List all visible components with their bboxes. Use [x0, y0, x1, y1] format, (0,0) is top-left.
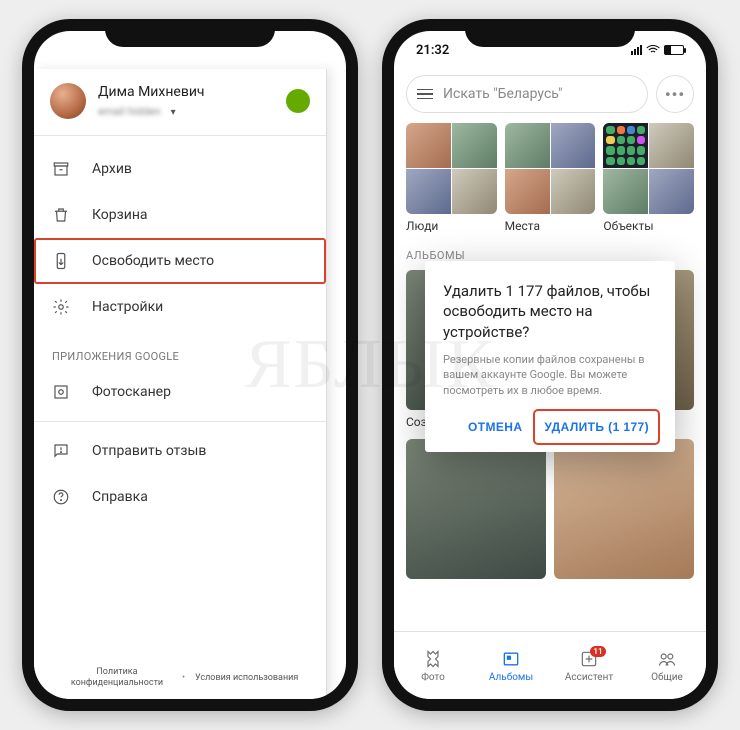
menu-archive[interactable]: Архив [34, 146, 326, 192]
delete-button[interactable]: УДАЛИТЬ (1 177) [536, 412, 657, 442]
category-places[interactable]: Места [505, 123, 596, 233]
account-email: email hidden [98, 105, 161, 118]
gear-icon [52, 298, 70, 316]
tab-photos[interactable]: Фото [394, 632, 472, 699]
battery-icon [664, 45, 684, 55]
menu-help[interactable]: Справка [34, 474, 326, 520]
notch [105, 19, 275, 47]
menu-label: Отправить отзыв [92, 443, 206, 459]
avatar [50, 83, 86, 119]
help-icon [52, 488, 70, 506]
tab-albums[interactable]: Альбомы [472, 632, 550, 699]
free-space-dialog: Удалить 1 177 файлов, чтобы освободить м… [425, 261, 675, 452]
tab-bar: Фото Альбомы 11 Ассистент Общие [394, 631, 706, 699]
album-item[interactable] [554, 439, 694, 579]
privacy-link[interactable]: Политика конфиденциальности [62, 667, 172, 689]
account-badge-icon[interactable] [286, 89, 310, 113]
menu-label: Освободить место [92, 253, 214, 269]
menu-label: Справка [92, 489, 148, 505]
section-google-apps: ПРИЛОЖЕНИЯ GOOGLE [34, 334, 326, 369]
category-label: Места [505, 219, 596, 233]
account-name: Дима Михневич [98, 84, 286, 100]
archive-icon [52, 160, 70, 178]
menu-settings[interactable]: Настройки [34, 284, 326, 330]
nav-drawer: Дима Михневич email hidden ▾ Ар [34, 69, 327, 699]
photo-icon [423, 649, 443, 669]
phone-storage-icon [52, 252, 70, 270]
more-button[interactable]: ••• [656, 75, 694, 113]
menu-trash[interactable]: Корзина [34, 192, 326, 238]
albums-icon [501, 649, 521, 669]
menu-label: Фотосканер [92, 384, 171, 400]
menu-label: Архив [92, 161, 132, 177]
hamburger-icon[interactable] [417, 89, 433, 100]
screen-left: Дима Михневич email hidden ▾ Ар [34, 31, 346, 699]
tab-shared[interactable]: Общие [628, 632, 706, 699]
signal-icon [631, 45, 642, 55]
dialog-body: Резервные копии файлов сохранены в вашем… [443, 352, 657, 398]
wifi-icon [646, 45, 660, 55]
shared-icon [657, 649, 677, 669]
notch [465, 19, 635, 47]
tab-label: Общие [651, 672, 683, 683]
status-time: 21:32 [416, 43, 449, 58]
screen-right: 21:32 Искать "Беларусь" ••• Люди [394, 31, 706, 699]
trash-icon [52, 206, 70, 224]
menu-label: Настройки [92, 299, 163, 315]
menu-free-up-space[interactable]: Освободить место [34, 238, 326, 284]
chevron-down-icon[interactable]: ▾ [171, 107, 176, 118]
tab-label: Альбомы [489, 672, 533, 683]
feedback-icon [52, 442, 70, 460]
phone-left: Дима Михневич email hidden ▾ Ар [22, 19, 358, 711]
assistant-badge: 11 [590, 646, 605, 657]
account-row[interactable]: Дима Михневич email hidden ▾ [34, 69, 326, 129]
tab-label: Фото [421, 672, 445, 683]
phone-right: 21:32 Искать "Беларусь" ••• Люди [382, 19, 718, 711]
search-input[interactable]: Искать "Беларусь" [406, 75, 648, 113]
dialog-title: Удалить 1 177 файлов, чтобы освободить м… [443, 281, 657, 342]
dot-separator: • [182, 673, 185, 683]
search-placeholder: Искать "Беларусь" [443, 86, 562, 102]
category-people[interactable]: Люди [406, 123, 497, 233]
tab-label: Ассистент [565, 672, 613, 683]
terms-link[interactable]: Условия использования [195, 673, 298, 684]
cancel-button[interactable]: ОТМЕНА [460, 412, 530, 442]
footer-links: Политика конфиденциальности • Условия ис… [34, 667, 326, 689]
menu-label: Корзина [92, 207, 148, 223]
scanner-icon [52, 383, 70, 401]
divider [34, 421, 326, 422]
album-item[interactable] [406, 439, 546, 579]
tab-assistant[interactable]: 11 Ассистент [550, 632, 628, 699]
category-label: Объекты [603, 219, 694, 233]
category-label: Люди [406, 219, 497, 233]
divider [34, 135, 326, 136]
menu-photoscanner[interactable]: Фотосканер [34, 369, 326, 415]
menu-feedback[interactable]: Отправить отзыв [34, 428, 326, 474]
category-objects[interactable]: Объекты [603, 123, 694, 233]
